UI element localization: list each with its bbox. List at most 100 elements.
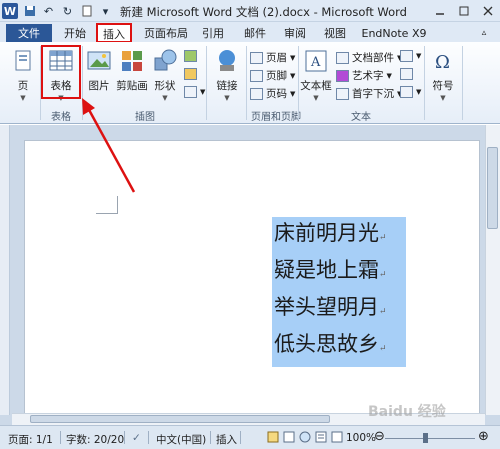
- full-screen-view-icon[interactable]: [283, 431, 295, 446]
- status-language[interactable]: 中文(中国): [156, 432, 206, 447]
- tab-mailings[interactable]: 邮件: [240, 24, 270, 42]
- textbox-button[interactable]: A 文本框 ▼: [300, 48, 332, 102]
- header-button[interactable]: 页眉 ▼: [250, 50, 295, 65]
- poem-line[interactable]: 床前明月光↵: [274, 217, 406, 254]
- textbox-label: 文本框: [300, 80, 332, 92]
- proofing-icon[interactable]: ✓: [132, 432, 141, 444]
- title-bar: W ↶ ↻ ▾ 新建 Microsoft Word 文档 (2).docx - …: [0, 0, 500, 22]
- chevron-down-icon: ▼: [200, 88, 206, 96]
- page-number-button[interactable]: 页码 ▼: [250, 86, 295, 101]
- save-icon[interactable]: [22, 4, 37, 19]
- wordart-label: 艺术字: [352, 70, 384, 82]
- maximize-icon[interactable]: [452, 0, 476, 22]
- minimize-icon[interactable]: [428, 0, 452, 22]
- zoom-in-icon[interactable]: ⊕: [478, 429, 489, 444]
- link-label: 链接: [216, 80, 238, 92]
- smartart-icon: [184, 50, 197, 62]
- web-layout-view-icon[interactable]: [299, 431, 311, 446]
- status-insert-mode[interactable]: 插入: [216, 432, 237, 447]
- object-button[interactable]: ▼: [400, 86, 421, 98]
- tab-page-layout[interactable]: 页面布局: [140, 24, 192, 42]
- status-page[interactable]: 页面: 1/1: [8, 432, 53, 447]
- close-icon[interactable]: [476, 0, 500, 22]
- screenshot-icon: [184, 86, 197, 98]
- table-button-highlight: [41, 45, 81, 99]
- link-button[interactable]: 链接 ▼: [212, 48, 242, 102]
- chevron-down-icon: ▼: [290, 89, 296, 98]
- dropcap-button[interactable]: 首字下沉▼: [336, 86, 402, 101]
- customize-toolbar-icon[interactable]: ▾: [98, 4, 113, 19]
- vertical-ruler: [0, 125, 10, 415]
- redo-icon[interactable]: ↻: [60, 4, 75, 19]
- page-number-icon: [250, 87, 263, 100]
- watermark: Baidu 经验: [368, 404, 446, 420]
- date-time-button[interactable]: [400, 68, 413, 80]
- print-layout-view-icon[interactable]: [267, 431, 279, 446]
- signature-line-button[interactable]: ▼: [400, 50, 421, 62]
- vertical-scroll-thumb[interactable]: [487, 147, 498, 229]
- status-separator: [240, 431, 241, 444]
- tab-insert[interactable]: 插入: [96, 23, 132, 43]
- shapes-label: 形状: [154, 80, 176, 92]
- quickparts-button[interactable]: 文档部件▼: [336, 50, 402, 65]
- word-logo-icon[interactable]: W: [2, 3, 18, 19]
- zoom-out-icon[interactable]: ⊖: [374, 429, 385, 444]
- tab-view[interactable]: 视图: [320, 24, 350, 42]
- tab-endnote[interactable]: EndNote X9: [360, 24, 428, 42]
- shapes-icon: [154, 49, 177, 71]
- chevron-down-icon: ▼: [416, 52, 422, 60]
- status-separator: [124, 431, 125, 444]
- outline-view-icon[interactable]: [315, 431, 327, 446]
- document-page[interactable]: [24, 140, 480, 415]
- tab-file[interactable]: 文件: [6, 24, 52, 42]
- chevron-down-icon: ▼: [290, 71, 296, 80]
- paragraph-mark-icon: ↵: [379, 270, 387, 280]
- status-zoom-level[interactable]: 100%: [346, 432, 376, 444]
- clipart-button[interactable]: 剪贴画: [116, 48, 148, 93]
- poem-line[interactable]: 疑是地上霜↵: [274, 254, 406, 291]
- header-icon: [250, 51, 263, 64]
- shapes-button[interactable]: 形状 ▼: [152, 48, 178, 102]
- chevron-down-icon: ▼: [162, 94, 168, 102]
- chevron-down-icon: ▼: [440, 94, 446, 102]
- tab-references[interactable]: 引用: [198, 24, 228, 42]
- tab-review[interactable]: 审阅: [280, 24, 310, 42]
- poem-line[interactable]: 低头思故乡↵: [274, 328, 406, 365]
- status-bar: 页面: 1/1 字数: 20/20 ✓ 中文(中国) 插入 100% ⊖ ⊕: [0, 425, 500, 449]
- draft-view-icon[interactable]: [331, 431, 343, 446]
- chevron-down-icon: ▼: [386, 71, 392, 80]
- symbol-button[interactable]: Ω 符号 ▼: [428, 48, 458, 102]
- paragraph-mark-icon: ↵: [379, 344, 387, 354]
- group-label-illustrations: 插图: [135, 112, 155, 123]
- status-word-count[interactable]: 字数: 20/20: [66, 432, 124, 447]
- chevron-down-icon: ▼: [416, 88, 422, 96]
- smartart-button[interactable]: [184, 50, 197, 62]
- footer-icon: [250, 69, 263, 82]
- page-number-label: 页码: [266, 88, 287, 100]
- svg-text:A: A: [310, 55, 321, 70]
- horizontal-scroll-thumb[interactable]: [30, 415, 330, 423]
- undo-icon[interactable]: ↶: [41, 4, 56, 19]
- group-separator: [206, 46, 207, 120]
- group-separator: [462, 46, 463, 120]
- tab-home[interactable]: 开始: [58, 24, 92, 42]
- group-label-header-footer: 页眉和页脚: [251, 112, 301, 123]
- textbox-icon: A: [305, 50, 327, 72]
- poem-line[interactable]: 举头望明月↵: [274, 291, 406, 328]
- zoom-slider[interactable]: [385, 438, 475, 439]
- selected-poem-text[interactable]: 床前明月光↵ 疑是地上霜↵ 举头望明月↵ 低头思故乡↵: [272, 217, 406, 367]
- screenshot-button[interactable]: ▼: [184, 86, 205, 98]
- link-icon: [219, 50, 235, 71]
- print-preview-icon[interactable]: [79, 4, 94, 19]
- clipart-label: 剪贴画: [116, 80, 148, 92]
- clipart-icon: [122, 51, 142, 71]
- omega-icon: Ω: [435, 52, 450, 73]
- page-button[interactable]: 页 ▼: [8, 48, 38, 102]
- footer-button[interactable]: 页脚 ▼: [250, 68, 295, 83]
- wordart-button[interactable]: 艺术字 ▼: [336, 68, 392, 83]
- ribbon-collapse-icon[interactable]: ▵: [474, 24, 494, 42]
- picture-button[interactable]: 图片: [86, 48, 112, 93]
- zoom-slider-handle[interactable]: [423, 433, 428, 443]
- chart-button[interactable]: [184, 68, 197, 80]
- page-label: 页: [17, 80, 29, 92]
